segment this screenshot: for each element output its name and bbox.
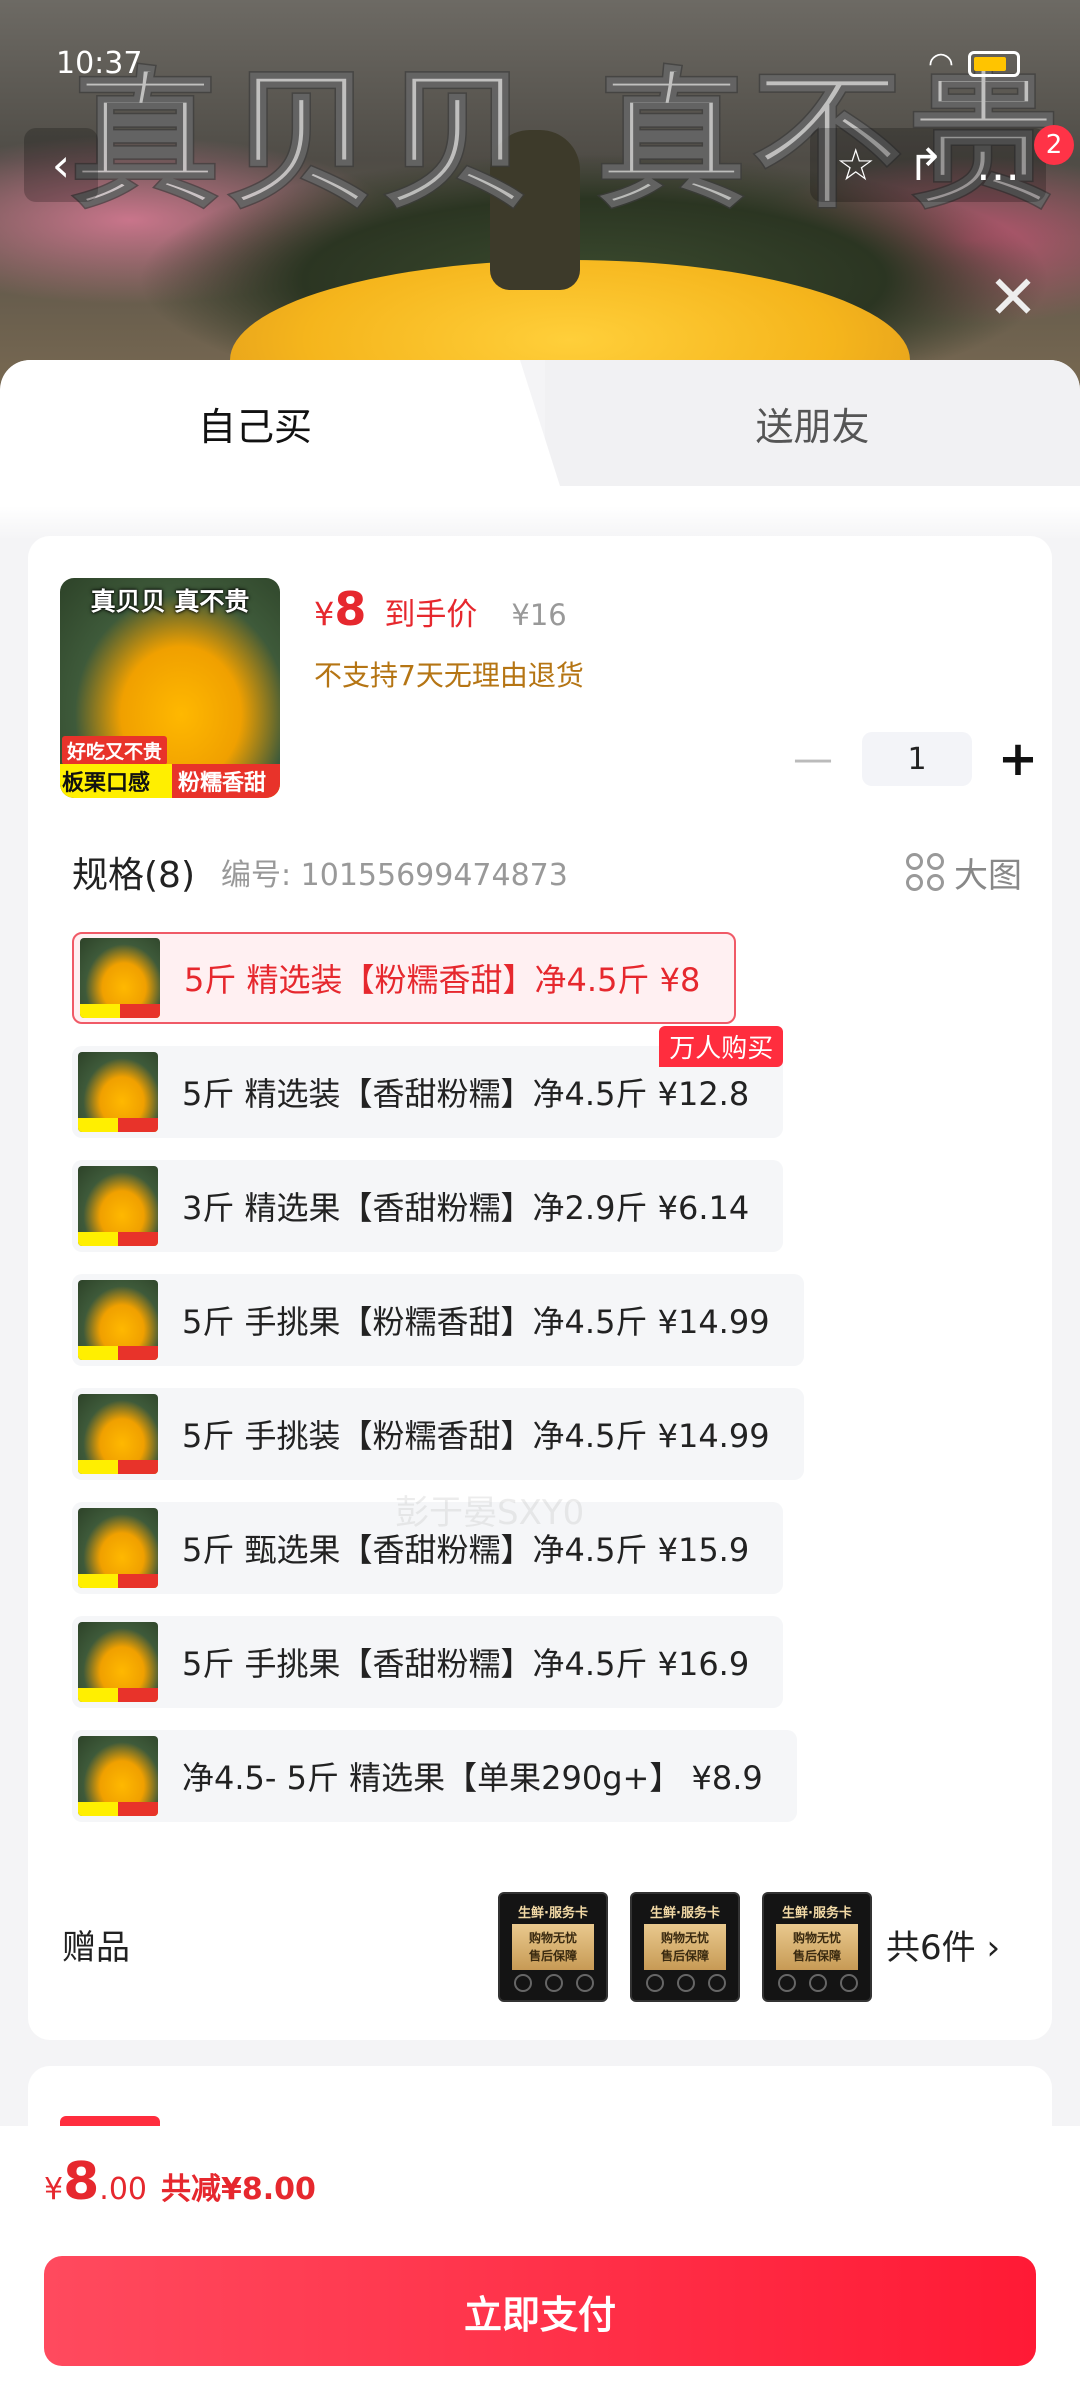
- spec-option[interactable]: 5斤 手挑装【粉糯香甜】净4.5斤 ¥14.99: [72, 1388, 804, 1480]
- spec-header: 规格(8) 编号: 10155699474873 大图: [72, 842, 1022, 902]
- thumb-title: 真贝贝 真不贵: [90, 587, 250, 616]
- status-icons: ◠: [928, 46, 1020, 81]
- notification-badge: 2: [1034, 125, 1074, 165]
- price-row: ¥ 8 到手价 ¥16: [314, 582, 567, 636]
- spec-option[interactable]: 5斤 手挑果【粉糯香甜】净4.5斤 ¥14.99: [72, 1274, 804, 1366]
- option-thumbnail: [78, 1394, 158, 1474]
- purchase-tabs: 送朋友 自己买: [0, 360, 1080, 486]
- option-label: 5斤 精选装【香甜粉糯】净4.5斤 ¥12.8: [182, 1075, 750, 1113]
- option-thumbnail: [78, 1052, 158, 1132]
- original-price: ¥16: [511, 598, 567, 632]
- purchase-sheet: 送朋友 自己买 真贝贝 真不贵 好吃又不贵 板栗口感 粉糯香甜 ¥ 8 到手价 …: [0, 360, 1080, 2400]
- checkout-footer: ¥ 8 .00 共减¥8.00 立即支付: [0, 2126, 1080, 2400]
- sheet-fade: [0, 506, 1080, 540]
- total-integer: 8: [63, 2152, 100, 2212]
- back-arrow-icon: ‹: [51, 138, 71, 192]
- thumb-bar: 板栗口感 粉糯香甜: [60, 764, 280, 798]
- wifi-icon: ◠: [927, 46, 954, 81]
- tab-underlay: [0, 486, 1080, 506]
- pay-now-button[interactable]: 立即支付: [44, 2256, 1036, 2366]
- close-icon[interactable]: ✕: [985, 268, 1041, 328]
- price-value: 8: [334, 582, 367, 636]
- option-thumbnail: [78, 1508, 158, 1588]
- option-label: 5斤 手挑装【粉糯香甜】净4.5斤 ¥14.99: [182, 1417, 770, 1455]
- option-label: 3斤 精选果【香甜粉糯】净2.9斤 ¥6.14: [182, 1189, 750, 1227]
- option-thumbnail: [78, 1166, 158, 1246]
- back-button[interactable]: ‹: [24, 128, 98, 202]
- gift-count[interactable]: 共6件 ›: [886, 1920, 1000, 1969]
- product-thumbnail[interactable]: 真贝贝 真不贵 好吃又不贵 板栗口感 粉糯香甜: [60, 578, 280, 798]
- plus-icon[interactable]: +: [996, 735, 1040, 783]
- quantity-input[interactable]: 1: [862, 732, 972, 786]
- spec-option[interactable]: 5斤 精选装【粉糯香甜】净4.5斤 ¥8: [72, 932, 737, 1024]
- option-thumbnail: [78, 1622, 158, 1702]
- spec-title: 规格(8): [72, 855, 195, 896]
- price-symbol: ¥: [314, 595, 335, 633]
- battery-icon: [968, 50, 1020, 77]
- tab-buy-self[interactable]: 自己买: [0, 360, 560, 486]
- thumb-tag: 好吃又不贵: [62, 736, 168, 765]
- thumb-bar-right: 粉糯香甜: [172, 764, 280, 798]
- gift-label: 赠品: [62, 1928, 130, 1968]
- spec-code: 编号: 10155699474873: [221, 858, 568, 893]
- option-label: 5斤 手挑果【香甜粉糯】净4.5斤 ¥16.9: [182, 1645, 750, 1683]
- option-thumbnail: [78, 1280, 158, 1360]
- return-policy: 不支持7天无理由退货: [314, 659, 584, 692]
- status-bar: 10:37 ◠: [0, 40, 1080, 90]
- product-card: 真贝贝 真不贵 好吃又不贵 板栗口感 粉糯香甜 ¥ 8 到手价 ¥16 不支持7…: [28, 536, 1052, 2040]
- minus-icon[interactable]: —: [788, 736, 838, 782]
- share-icon[interactable]: ↱: [907, 140, 944, 191]
- hot-sale-badge: 万人购买: [659, 1026, 784, 1067]
- star-icon[interactable]: ☆: [836, 140, 875, 191]
- total-saving: 共减¥8.00: [161, 2172, 316, 2207]
- total-decimal: .00: [99, 2172, 147, 2207]
- more-icon[interactable]: …: [976, 140, 1020, 191]
- gift-card: 生鲜·服务卡 购物无忧 售后保障: [762, 1892, 872, 2002]
- gift-row[interactable]: 赠品 生鲜·服务卡 购物无忧 售后保障 生鲜·服务卡 购物无忧 售后保障 生鲜·服务…: [28, 1884, 1052, 2004]
- status-time: 10:37: [56, 46, 143, 81]
- total-price: ¥ 8 .00 共减¥8.00: [44, 2152, 316, 2212]
- option-label: 5斤 精选装【粉糯香甜】净4.5斤 ¥8: [184, 961, 701, 999]
- option-label: 5斤 手挑果【粉糯香甜】净4.5斤 ¥14.99: [182, 1303, 770, 1341]
- gift-card: 生鲜·服务卡 购物无忧 售后保障: [498, 1892, 608, 2002]
- big-image-button[interactable]: 大图: [906, 848, 1022, 897]
- thumb-bar-left: 板栗口感: [62, 771, 151, 796]
- tab-send-friend[interactable]: 送朋友: [545, 360, 1080, 486]
- spec-option[interactable]: 3斤 精选果【香甜粉糯】净2.9斤 ¥6.14: [72, 1160, 784, 1252]
- option-thumbnail: [78, 1736, 158, 1816]
- gift-images: 生鲜·服务卡 购物无忧 售后保障 生鲜·服务卡 购物无忧 售后保障 生鲜·服务卡 购…: [498, 1892, 872, 2002]
- spec-option[interactable]: 净4.5- 5斤 精选果【单果290g+】 ¥8.9: [72, 1730, 797, 1822]
- top-actions: ☆ ↱ …: [810, 128, 1046, 202]
- big-image-label: 大图: [954, 855, 1022, 896]
- total-symbol: ¥: [44, 2172, 64, 2207]
- price-label: 到手价: [384, 597, 478, 633]
- quantity-stepper: — 1 +: [788, 732, 1040, 786]
- option-thumbnail: [80, 938, 160, 1018]
- gift-card: 生鲜·服务卡 购物无忧 售后保障: [630, 1892, 740, 2002]
- grid-icon: [906, 853, 944, 891]
- spec-option[interactable]: 5斤 精选装【香甜粉糯】净4.5斤 ¥12.8 万人购买: [72, 1026, 784, 1138]
- option-label: 净4.5- 5斤 精选果【单果290g+】 ¥8.9: [182, 1759, 763, 1797]
- watermark: 彭于晏SXY0: [395, 1493, 585, 1533]
- spec-option[interactable]: 5斤 手挑果【香甜粉糯】净4.5斤 ¥16.9: [72, 1616, 784, 1708]
